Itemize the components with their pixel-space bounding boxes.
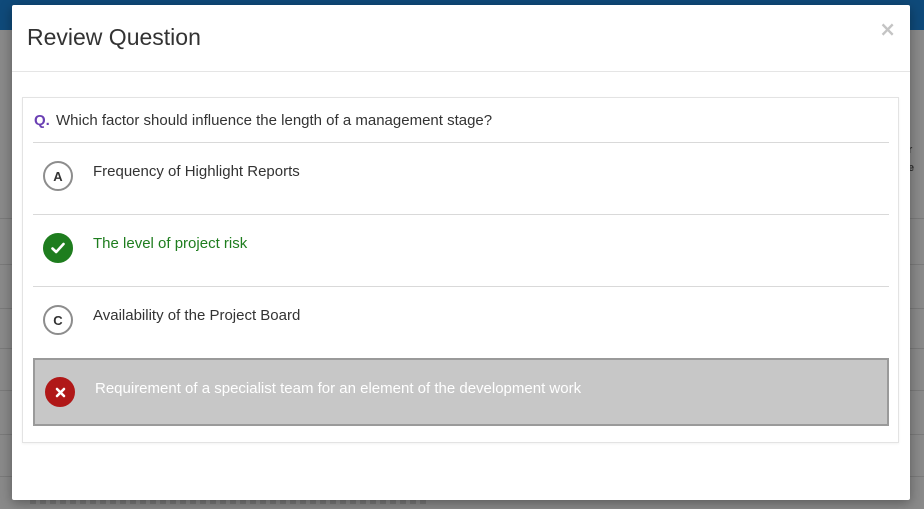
option-letter-badge: C [43,305,73,335]
modal-title: Review Question [27,24,201,50]
close-button[interactable]: × [879,19,896,39]
option-text: Requirement of a specialist team for an … [95,380,582,397]
question-body: Which factor should influence the length… [56,112,493,129]
x-icon [45,377,75,407]
option-text: Frequency of Highlight Reports [93,163,300,180]
option-text: Availability of the Project Board [93,307,301,324]
answer-option-c[interactable]: C Availability of the Project Board [33,286,889,358]
review-question-modal: Review Question × Q. Which factor should… [12,5,910,500]
option-letter-badge: A [43,161,73,191]
answer-option-d[interactable]: Requirement of a specialist team for an … [33,358,889,426]
question-panel: Q. Which factor should influence the len… [22,97,899,443]
question-prefix: Q. [34,112,50,129]
answer-option-b[interactable]: The level of project risk [33,214,889,286]
answer-option-a[interactable]: A Frequency of Highlight Reports [33,142,889,214]
question-text: Q. Which factor should influence the len… [34,112,492,129]
option-text: The level of project risk [93,235,248,252]
modal-header: Review Question × [12,5,910,72]
check-icon [43,233,73,263]
